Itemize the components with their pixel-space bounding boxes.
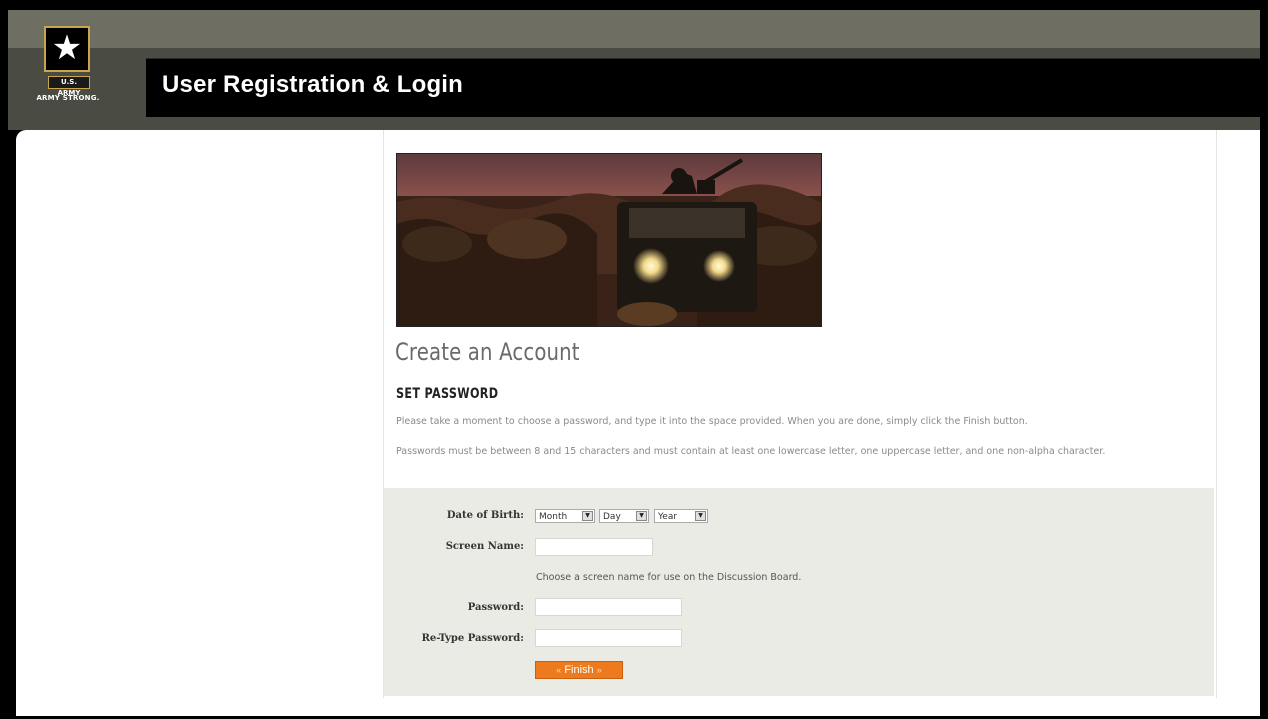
password-label: Password: bbox=[467, 602, 524, 613]
password-input[interactable] bbox=[535, 598, 682, 616]
dropdown-arrow-icon: ▼ bbox=[636, 511, 647, 521]
title-bar: User Registration & Login bbox=[146, 58, 1260, 117]
page-heading: Create an Account bbox=[395, 338, 580, 366]
screen-name-hint: Choose a screen name for use on the Disc… bbox=[536, 572, 802, 583]
month-value: Month bbox=[539, 512, 568, 522]
finish-button[interactable]: « Finish » bbox=[535, 661, 623, 679]
finish-label: Finish bbox=[564, 664, 594, 676]
day-select[interactable]: Day ▼ bbox=[599, 509, 649, 523]
logo-tagline: ARMY STRONG. bbox=[36, 94, 100, 102]
logo-badge: U.S. ARMY bbox=[48, 76, 90, 97]
top-band bbox=[8, 10, 1260, 48]
year-value: Year bbox=[658, 512, 678, 522]
chevron-icon: « bbox=[556, 665, 562, 675]
hero-image bbox=[396, 153, 822, 327]
year-select[interactable]: Year ▼ bbox=[654, 509, 708, 523]
password-rules-text: Passwords must be between 8 and 15 chara… bbox=[396, 446, 1106, 457]
day-value: Day bbox=[603, 512, 621, 522]
retype-password-input[interactable] bbox=[535, 629, 682, 647]
chevron-icon: » bbox=[596, 665, 602, 675]
army-logo[interactable]: ★ U.S. ARMY ARMY STRONG. bbox=[28, 24, 108, 108]
section-heading: SET PASSWORD bbox=[396, 386, 499, 402]
dropdown-arrow-icon: ▼ bbox=[695, 511, 706, 521]
dob-label: Date of Birth: bbox=[446, 510, 524, 521]
instructions-text: Please take a moment to choose a passwor… bbox=[396, 416, 1028, 427]
retype-password-label: Re-Type Password: bbox=[421, 633, 524, 644]
screen-name-label: Screen Name: bbox=[445, 541, 524, 552]
screen-name-input[interactable] bbox=[535, 538, 653, 556]
dropdown-arrow-icon: ▼ bbox=[582, 511, 593, 521]
page-title: User Registration & Login bbox=[162, 71, 464, 98]
month-select[interactable]: Month ▼ bbox=[535, 509, 595, 523]
army-star-icon: ★ bbox=[44, 26, 90, 72]
